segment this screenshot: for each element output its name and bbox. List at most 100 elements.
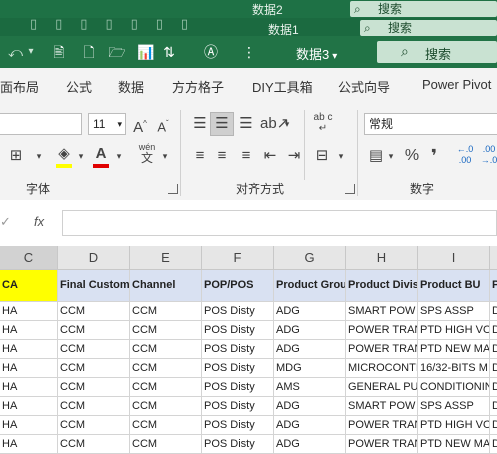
tab-page-layout[interactable]: 面布局 xyxy=(0,77,39,96)
table-cell[interactable]: CCM xyxy=(130,321,202,340)
increase-decimal-icon[interactable]: ←.0.00 xyxy=(454,144,476,166)
alignment-dialog-launcher[interactable] xyxy=(345,184,355,194)
table-cell[interactable]: POS Disty xyxy=(202,378,274,397)
table-cell[interactable]: CCM xyxy=(58,359,130,378)
table-cell[interactable]: CCM xyxy=(58,378,130,397)
chevron-down-icon[interactable]: ▾ xyxy=(282,114,292,134)
table-cell[interactable]: HA xyxy=(0,378,58,397)
accounting-format-icon[interactable]: ▤ xyxy=(366,146,386,166)
table-cell[interactable]: MICROCONTI xyxy=(346,359,418,378)
align-right-icon[interactable]: ≡ xyxy=(236,146,256,166)
table-cell[interactable]: CCM xyxy=(130,359,202,378)
table-cell[interactable]: POS Disty xyxy=(202,416,274,435)
redo-dropdown-icon[interactable]: ▾ xyxy=(26,42,36,62)
column-header-i[interactable]: I xyxy=(418,246,490,270)
tab-power-pivot[interactable]: Power Pivot xyxy=(422,77,491,92)
table-cell[interactable]: GENERAL PU xyxy=(346,378,418,397)
search-input[interactable]: ⌕ 搜索 xyxy=(377,41,497,63)
table-cell[interactable]: ADG xyxy=(274,397,346,416)
chevron-down-icon[interactable]: ▾ xyxy=(336,146,346,166)
background-search-box[interactable]: ⌕ 搜索 xyxy=(350,1,497,17)
table-cell[interactable]: CONDITIONIN xyxy=(418,378,490,397)
text-box-icon[interactable]: Ⓐ xyxy=(202,42,220,62)
border-icon[interactable]: ⊞ xyxy=(8,146,24,166)
table-cell[interactable]: D xyxy=(490,435,497,454)
percent-button[interactable]: % xyxy=(402,146,422,166)
table-cell[interactable]: ADG xyxy=(274,416,346,435)
column-header-h[interactable]: H xyxy=(346,246,418,270)
table-cell[interactable]: D xyxy=(490,416,497,435)
decrease-decimal-icon[interactable]: .00 →.0 xyxy=(478,144,497,166)
table-cell[interactable]: SPS ASSP xyxy=(418,397,490,416)
table-cell[interactable]: CCM xyxy=(58,435,130,454)
table-cell[interactable]: CCM xyxy=(130,302,202,321)
table-cell[interactable]: POS Disty xyxy=(202,359,274,378)
chevron-down-icon[interactable]: ▾ xyxy=(76,146,86,166)
table-cell[interactable]: D xyxy=(490,302,497,321)
align-bottom-icon[interactable]: ☰ xyxy=(236,114,256,134)
font-dialog-launcher[interactable] xyxy=(168,184,178,194)
table-cell[interactable]: POWER TRAN xyxy=(346,435,418,454)
table-cell[interactable]: HA xyxy=(0,435,58,454)
table-cell[interactable]: D xyxy=(490,340,497,359)
open-icon[interactable]: 🗁 xyxy=(108,42,126,62)
table-cell[interactable]: AMS xyxy=(274,378,346,397)
table-cell[interactable]: CCM xyxy=(130,378,202,397)
table-cell[interactable]: CCM xyxy=(130,435,202,454)
table-cell[interactable]: PTD HIGH VO xyxy=(418,321,490,340)
table-cell[interactable]: MDG xyxy=(274,359,346,378)
header-cell[interactable]: CA xyxy=(0,270,58,302)
comma-style-button[interactable]: ❜ xyxy=(426,146,442,166)
table-cell[interactable]: HA xyxy=(0,340,58,359)
tab-formula-wizard[interactable]: 公式向导 xyxy=(338,77,390,96)
font-name-field[interactable] xyxy=(0,113,82,135)
new-document-icon[interactable]: 🗋 xyxy=(80,42,98,62)
table-cell[interactable]: POWER TRAN xyxy=(346,321,418,340)
tab-formulas[interactable]: 公式 xyxy=(66,77,92,96)
wrap-text-button[interactable]: ab c ↵ xyxy=(312,112,334,134)
table-cell[interactable]: SMART POW xyxy=(346,302,418,321)
table-cell[interactable]: CCM xyxy=(58,416,130,435)
table-cell[interactable]: CCM xyxy=(130,340,202,359)
column-header-f[interactable]: F xyxy=(202,246,274,270)
tab-data[interactable]: 数据 xyxy=(118,77,144,96)
table-cell[interactable]: HA xyxy=(0,416,58,435)
table-cell[interactable]: POS Disty xyxy=(202,302,274,321)
column-header-j[interactable]: J xyxy=(490,246,497,270)
table-cell[interactable]: CCM xyxy=(130,416,202,435)
table-cell[interactable]: ADG xyxy=(274,302,346,321)
table-cell[interactable]: D xyxy=(490,359,497,378)
table-cell[interactable]: SMART POW xyxy=(346,397,418,416)
header-cell[interactable]: Product Divis xyxy=(346,270,418,302)
print-preview-icon[interactable]: 🖹 xyxy=(50,42,68,62)
tab-diy-toolbox[interactable]: DIY工具箱 xyxy=(252,77,313,96)
decrease-indent-icon[interactable]: ⇤ xyxy=(260,146,280,166)
orientation-icon[interactable]: ab↗ xyxy=(260,114,289,134)
header-cell[interactable]: Final Custom xyxy=(58,270,130,302)
insert-function-icon[interactable]: fx xyxy=(34,214,44,229)
align-top-icon[interactable]: ☰ xyxy=(190,114,210,134)
table-cell[interactable]: POS Disty xyxy=(202,321,274,340)
table-cell[interactable]: D xyxy=(490,397,497,416)
column-header-e[interactable]: E xyxy=(130,246,202,270)
chevron-down-icon[interactable]: ▾ xyxy=(114,146,124,166)
background-search-box[interactable]: ⌕ 搜索 xyxy=(360,20,497,36)
table-cell[interactable]: 16/32-BITS M xyxy=(418,359,490,378)
table-cell[interactable]: PTD NEW MA xyxy=(418,340,490,359)
table-cell[interactable]: CCM xyxy=(58,397,130,416)
column-header-g[interactable]: G xyxy=(274,246,346,270)
decrease-font-icon[interactable]: Aˇ xyxy=(154,114,172,137)
align-center-icon[interactable]: ≡ xyxy=(212,146,232,166)
table-cell[interactable]: CCM xyxy=(58,340,130,359)
table-cell[interactable]: CCM xyxy=(58,302,130,321)
phonetic-guide-icon[interactable]: wén 文 xyxy=(136,142,158,165)
table-cell[interactable]: POS Disty xyxy=(202,340,274,359)
column-header-c[interactable]: C xyxy=(0,246,58,270)
table-cell[interactable]: HA xyxy=(0,397,58,416)
header-cell[interactable]: Product Grou xyxy=(274,270,346,302)
merge-center-icon[interactable]: ⊟ xyxy=(312,146,332,166)
table-cell[interactable]: D xyxy=(490,321,497,340)
fill-color-icon[interactable]: ◈ xyxy=(56,144,72,164)
table-cell[interactable]: ADG xyxy=(274,321,346,340)
font-color-icon[interactable]: A xyxy=(93,144,109,164)
